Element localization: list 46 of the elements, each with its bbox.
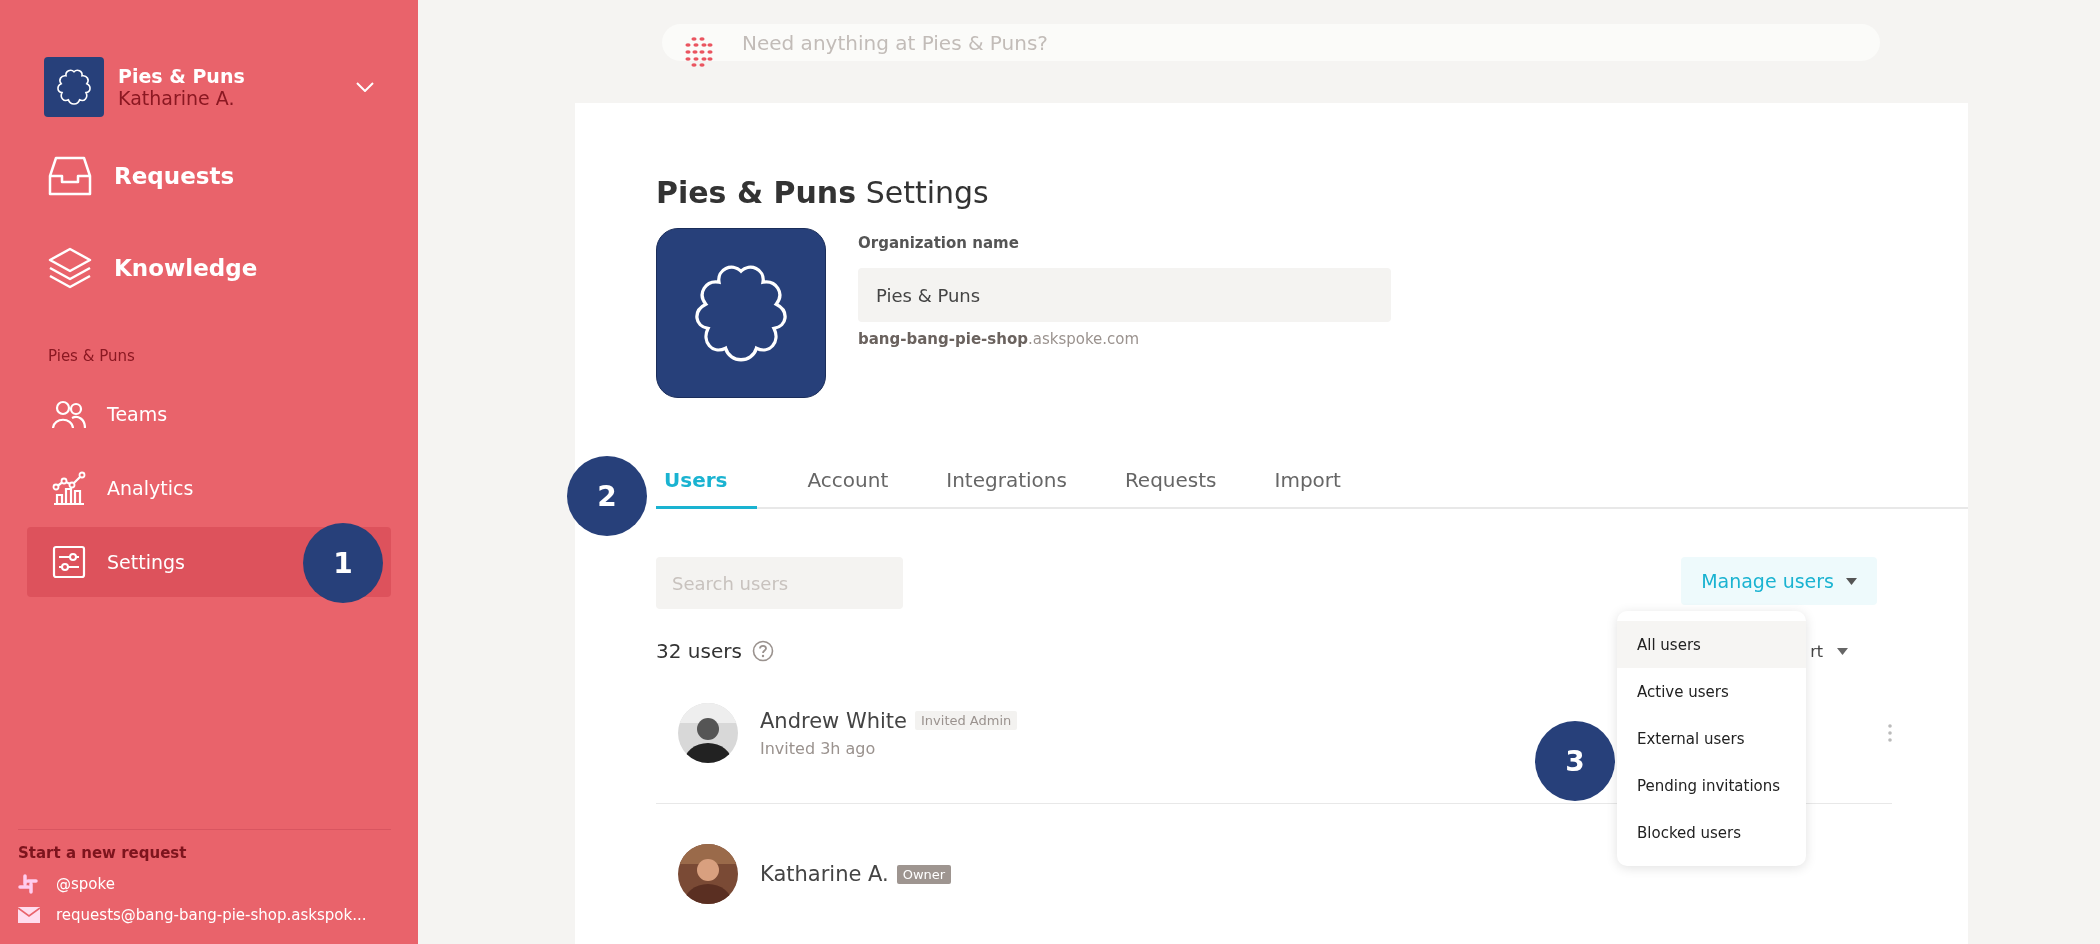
org-logo[interactable] xyxy=(44,57,104,117)
user-name: Katharine A. xyxy=(118,87,236,109)
tab[interactable]: Integrations xyxy=(938,456,1075,509)
nav-item[interactable]: Requests xyxy=(0,145,418,207)
menu-item[interactable]: All users xyxy=(1617,621,1806,668)
inbox-icon xyxy=(48,156,92,196)
nav-item[interactable]: Knowledge xyxy=(0,237,418,299)
field-label: Organization name xyxy=(858,234,1020,252)
menu-item[interactable]: External users xyxy=(1617,715,1806,762)
menu-item[interactable]: Blocked users xyxy=(1617,809,1806,856)
user-name: Andrew White xyxy=(760,708,907,733)
sort-label[interactable]: rt xyxy=(1810,641,1823,661)
flower-icon xyxy=(54,67,94,107)
nav-item[interactable]: Analytics xyxy=(27,453,391,523)
footer-title: Start a new request xyxy=(18,844,188,862)
user-count: 32 users xyxy=(656,639,742,663)
chevron-down-icon[interactable] xyxy=(356,82,374,92)
user-status: Invited 3h ago xyxy=(760,738,876,758)
caret-icon xyxy=(1837,647,1848,655)
user-name: Katharine A. xyxy=(760,862,889,886)
org-name-field[interactable]: Pies & Puns xyxy=(858,268,1391,322)
search-field[interactable]: Need anything at Pies & Puns? xyxy=(662,24,1880,61)
request-link[interactable]: requests@bang-bang-pie-shop.askspok... xyxy=(56,906,367,924)
org-logo[interactable] xyxy=(656,228,826,398)
role-tag: Owner xyxy=(896,864,952,884)
caret-icon xyxy=(1846,577,1857,585)
mail-icon xyxy=(18,907,40,923)
org-name: Pies & Puns xyxy=(118,65,246,87)
tab[interactable]: Account xyxy=(799,456,897,509)
settings-icon xyxy=(52,545,86,579)
domain-text: bang-bang-pie-shop.askspoke.com xyxy=(858,330,1141,348)
role-tag: Invited Admin xyxy=(915,711,1018,730)
dots-logo-icon xyxy=(684,37,714,67)
tab[interactable]: Requests xyxy=(1116,456,1225,509)
help-icon[interactable] xyxy=(751,640,774,662)
layers-icon xyxy=(48,247,92,289)
menu-item[interactable]: Active users xyxy=(1617,668,1806,715)
nav-item[interactable]: Teams xyxy=(27,379,391,449)
request-link[interactable]: @spoke xyxy=(56,875,115,893)
section-label: Pies & Puns xyxy=(48,347,136,365)
more-icon[interactable] xyxy=(1888,724,1892,742)
bar-chart-icon xyxy=(52,471,86,505)
page-title: Pies & Puns Settings xyxy=(656,175,990,210)
menu-item[interactable]: Pending invitations xyxy=(1617,762,1806,809)
tab[interactable]: Import xyxy=(1266,456,1349,509)
people-icon xyxy=(52,399,86,429)
